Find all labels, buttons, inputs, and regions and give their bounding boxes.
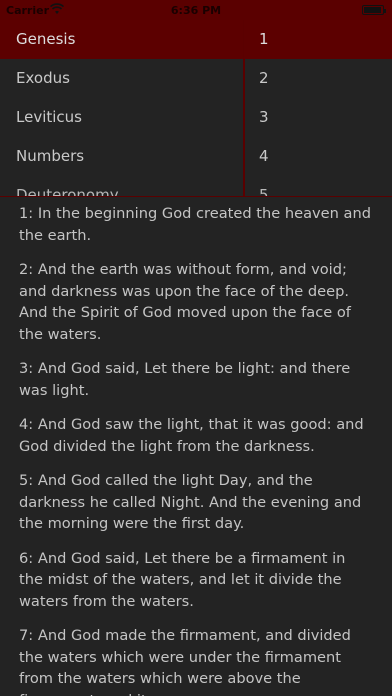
chapter-column[interactable]: 1 2 3 4 5 xyxy=(244,20,392,196)
verse-6: 6: And God said, Let there be a firmamen… xyxy=(19,549,346,610)
book-row-genesis[interactable]: Genesis xyxy=(0,20,243,59)
chapter-row-2[interactable]: 2 xyxy=(244,59,392,98)
book-column[interactable]: Genesis Exodus Leviticus Numbers Deutero… xyxy=(0,20,243,196)
verse-list[interactable]: 1: In the beginning God created the heav… xyxy=(0,197,392,696)
status-time: 6:36 PM xyxy=(170,4,222,17)
verse-5: 5: And God called the light Day, and the… xyxy=(19,472,362,532)
chapter-row-5[interactable]: 5 xyxy=(244,176,392,196)
book-row-leviticus[interactable]: Leviticus xyxy=(0,98,243,137)
verse-7: 7: And God made the firmament, and divid… xyxy=(19,627,351,696)
verse-3: 3: And God said, Let there be light: and… xyxy=(19,360,351,399)
chapter-row-4[interactable]: 4 xyxy=(244,137,392,176)
book-chapter-picker[interactable]: Genesis Exodus Leviticus Numbers Deutero… xyxy=(0,20,392,197)
verse-2: 2: And the earth was without form, and v… xyxy=(19,261,351,343)
battery-icon xyxy=(362,5,386,15)
status-bar: Carrier 6:36 PM xyxy=(0,0,392,20)
book-row-numbers[interactable]: Numbers xyxy=(0,137,243,176)
book-row-deuteronomy[interactable]: Deuteronomy xyxy=(0,176,243,196)
chapter-row-1[interactable]: 1 xyxy=(244,20,392,59)
verse-4: 4: And God saw the light, that it was go… xyxy=(19,416,364,455)
chapter-row-3[interactable]: 3 xyxy=(244,98,392,137)
verse-1: 1: In the beginning God created the heav… xyxy=(19,205,371,244)
book-row-exodus[interactable]: Exodus xyxy=(0,59,243,98)
